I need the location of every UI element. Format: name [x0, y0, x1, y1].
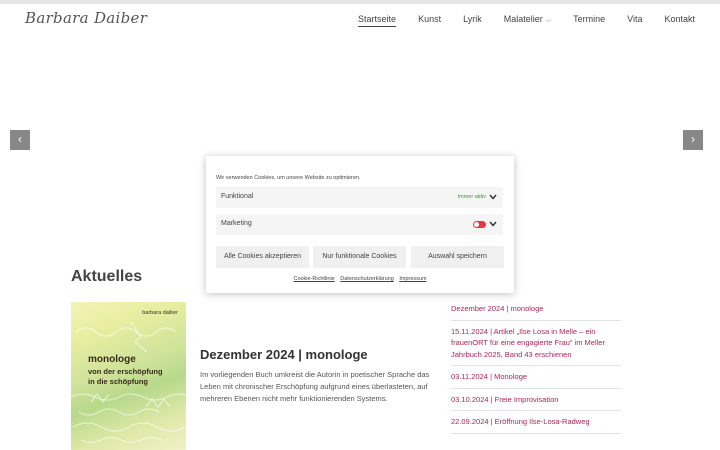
news-item[interactable]: 03.10.2024 | Freie Improvisation [451, 392, 621, 411]
post-title[interactable]: Dezember 2024 | monologe [200, 347, 368, 362]
nav-item-lyrik[interactable]: Lyrik [463, 14, 482, 27]
slider-next-button[interactable]: › [683, 130, 703, 150]
book-subtitle: von der erschöpfung in die schöpfung [88, 367, 163, 387]
cookie-category-label: Marketing [221, 220, 252, 227]
nav-item-vita[interactable]: Vita [627, 14, 642, 27]
news-list: Dezember 2024 | monologe 15.11.2024 | Ar… [451, 301, 621, 437]
chevron-down-icon[interactable] [489, 190, 497, 204]
accept-all-cookies-button[interactable]: Alle Cookies akzeptieren [216, 246, 309, 268]
nav-item-malatelier-label: Malatelier [503, 14, 543, 24]
privacy-link[interactable]: Datenschutzerklärung [340, 276, 394, 282]
slider-prev-button[interactable]: ‹ [10, 130, 30, 150]
news-item[interactable]: 15.11.2024 | Artikel „Ilse Losa in Melle… [451, 324, 621, 366]
book-title: monologe [88, 354, 136, 365]
cookie-category-label: Funktional [221, 193, 254, 200]
nav-item-kunst[interactable]: Kunst [418, 14, 441, 27]
book-subtitle-line-1: von der erschöpfung [88, 367, 163, 376]
nav-item-malatelier[interactable]: Malatelier ⌵ [504, 14, 551, 27]
imprint-link[interactable]: Impressum [399, 276, 426, 282]
chevron-down-icon[interactable] [489, 217, 497, 231]
news-item[interactable]: Dezember 2024 | monologe [451, 301, 621, 321]
cookie-consent-dialog: Wir verwenden Cookies, um unsere Website… [206, 156, 514, 293]
marketing-toggle[interactable] [473, 221, 486, 228]
news-item[interactable]: 03.11.2024 | Monologe [451, 369, 621, 389]
cookie-footer-links: Cookie-Richtlinie Datenschutzerklärung I… [206, 276, 514, 282]
chevron-left-icon: ‹ [18, 132, 22, 146]
book-author: barbara daiber [142, 310, 178, 316]
nav-item-termine[interactable]: Termine [573, 14, 605, 27]
section-title: Aktuelles [71, 268, 143, 285]
cookie-message: Wir verwenden Cookies, um unsere Website… [216, 175, 361, 181]
functional-only-button[interactable]: Nur funktionale Cookies [313, 246, 406, 268]
site-logo[interactable]: Barbara Daiber [25, 9, 147, 27]
book-cover-image[interactable]: barbara daiber monologe von der erschöpf… [71, 302, 186, 450]
chevron-right-icon: › [691, 132, 695, 146]
book-subtitle-line-2: in die schöpfung [88, 377, 148, 386]
always-active-status: Immer aktiv [457, 194, 486, 200]
nav-item-startseite[interactable]: Startseite [358, 14, 397, 27]
site-header: Barbara Daiber Startseite Kunst Lyrik Ma… [0, 4, 720, 40]
news-item[interactable]: 22.09.2024 | Eröffnung Ilse-Losa-Radweg [451, 414, 621, 434]
chevron-down-icon: ⌵ [545, 17, 552, 24]
save-selection-button[interactable]: Auswahl speichern [411, 246, 504, 268]
cookie-policy-link[interactable]: Cookie-Richtlinie [293, 276, 334, 282]
main-nav: Startseite Kunst Lyrik Malatelier ⌵ Termi… [336, 14, 695, 27]
cookie-category-functional[interactable]: Funktional Immer aktiv [216, 187, 503, 208]
post-excerpt: Im vorliegenden Buch umkreist die Autori… [200, 370, 430, 403]
nav-item-kontakt[interactable]: Kontakt [664, 14, 695, 27]
cookie-category-marketing[interactable]: Marketing [216, 214, 503, 235]
